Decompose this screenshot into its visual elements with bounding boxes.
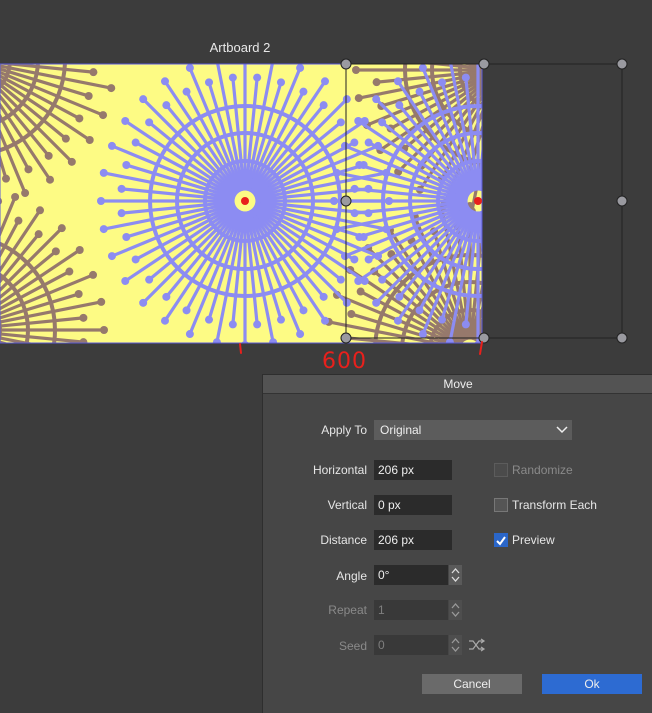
seed-stepper[interactable] [449,635,462,655]
cancel-button[interactable]: Cancel [422,674,522,694]
stepper-arrows-icon [451,638,460,652]
resize-handle[interactable] [478,332,490,344]
artboard-title: Artboard 2 [209,40,271,55]
apply-to-dropdown[interactable]: Original [374,420,572,440]
center-dot [474,197,482,205]
resize-handle[interactable] [340,332,352,344]
randomize-label: Randomize [512,463,573,477]
distance-label: Distance [320,533,367,547]
resize-handle[interactable] [478,58,490,70]
vertical-field[interactable]: 0 px [374,495,452,515]
checkmark-icon [496,536,506,546]
vertical-label: Vertical [327,498,367,512]
preview-checkbox[interactable] [494,533,508,547]
apply-to-value: Original [380,423,422,437]
horizontal-field[interactable]: 206 px [374,460,452,480]
transform-each-label: Transform Each [512,498,597,512]
distance-field[interactable]: 206 px [374,530,452,550]
angle-stepper[interactable] [449,565,462,585]
repeat-stepper[interactable] [449,600,462,620]
resize-handle[interactable] [616,195,628,207]
seed-field[interactable]: 0 [374,635,448,655]
ok-button[interactable]: Ok [542,674,642,694]
angle-label: Angle [336,569,367,583]
transform-each-checkbox[interactable] [494,498,508,512]
randomize-checkbox[interactable] [494,463,508,477]
annotation-measure-label: 600 [322,349,367,374]
apply-to-label: Apply To [321,423,367,437]
stepper-arrows-icon [451,603,460,617]
center-dot [241,197,249,205]
dialog-title: Move [263,375,652,394]
resize-handle[interactable] [616,58,628,70]
shuffle-icon[interactable] [468,638,486,652]
angle-field[interactable]: 0° [374,565,448,585]
preview-label: Preview [512,533,555,547]
repeat-label: Repeat [328,603,367,617]
stepper-arrows-icon [451,568,460,582]
chevron-down-icon [556,426,568,434]
resize-handle[interactable] [340,195,352,207]
resize-handle[interactable] [340,58,352,70]
move-dialog: Move Apply To Original Horizontal 206 px… [262,374,652,713]
resize-handle[interactable] [616,332,628,344]
seed-label: Seed [338,639,367,653]
horizontal-label: Horizontal [312,463,367,477]
repeat-field[interactable]: 1 [374,600,448,620]
